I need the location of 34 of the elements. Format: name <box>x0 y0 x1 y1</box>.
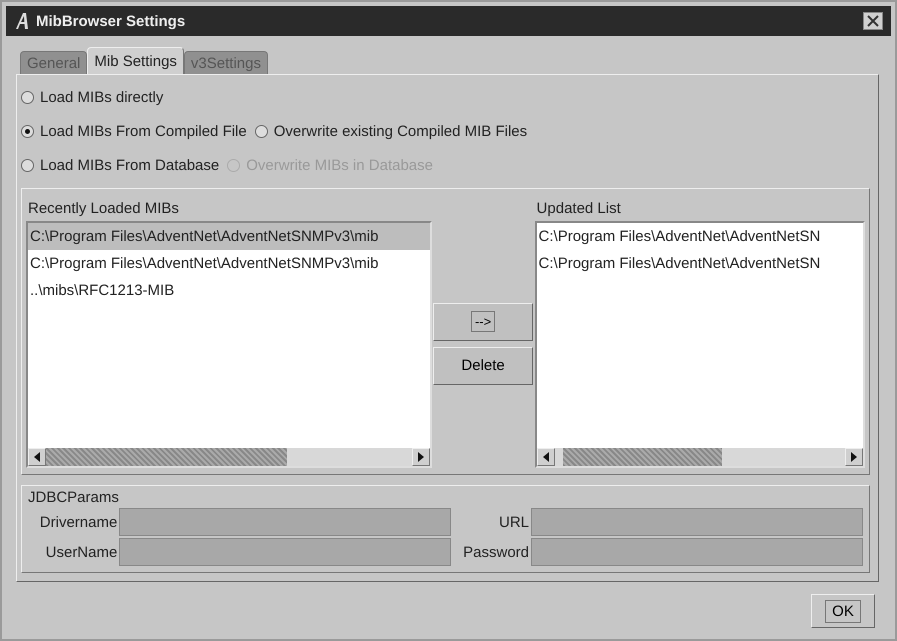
horizontal-scrollbar[interactable] <box>28 448 430 466</box>
list-item[interactable]: C:\Program Files\AdventNet\AdventNetSNMPv3\mib <box>28 222 430 250</box>
list-item[interactable]: C:\Program Files\AdventNet\AdventNetSN <box>536 250 863 277</box>
list-item[interactable]: ..\mibs\RFC1213-MIB <box>28 276 430 304</box>
field-label: UserName <box>44 544 118 560</box>
tab[interactable]: Mib Settings <box>87 47 184 74</box>
radio-option[interactable]: Load MIBs From Compiled File <box>21 122 247 140</box>
app-logo-icon <box>14 12 30 30</box>
radio-button[interactable] <box>21 158 34 172</box>
scroll-right-icon[interactable] <box>845 448 863 466</box>
horizontal-scrollbar[interactable] <box>536 448 863 466</box>
scroll-left-icon[interactable] <box>536 448 555 466</box>
close-button[interactable] <box>863 12 883 30</box>
list-label: Recently Loaded MIBs <box>27 198 180 219</box>
scroll-right-icon[interactable] <box>412 448 430 466</box>
field-label: Password <box>462 544 530 560</box>
group-title: JDBCParams <box>28 488 120 508</box>
field-label: Drivername <box>38 514 118 530</box>
list-item[interactable]: C:\Program Files\AdventNet\AdventNetSN <box>536 222 863 250</box>
radio-option[interactable]: Overwrite existing Compiled MIB Files <box>254 122 528 140</box>
delete-button[interactable]: Delete <box>433 346 534 385</box>
radio-option[interactable]: Load MIBs directly <box>21 89 164 106</box>
scroll-left-icon[interactable] <box>28 448 46 466</box>
list-label: Updated List <box>536 198 622 219</box>
window-title: MibBrowser Settings <box>36 12 186 30</box>
radio-option[interactable]: Load MIBs From Database <box>21 156 220 174</box>
radio-button[interactable] <box>21 124 34 138</box>
radio-button[interactable] <box>254 124 268 138</box>
radio-button[interactable] <box>21 91 34 104</box>
move-button[interactable]: --> <box>433 302 534 341</box>
field-label: URL <box>498 514 530 530</box>
list-item[interactable]: C:\Program Files\AdventNet\AdventNetSNMPv3\mib <box>28 250 430 277</box>
close-icon <box>867 15 879 27</box>
ok-button[interactable]: OK <box>811 594 875 628</box>
